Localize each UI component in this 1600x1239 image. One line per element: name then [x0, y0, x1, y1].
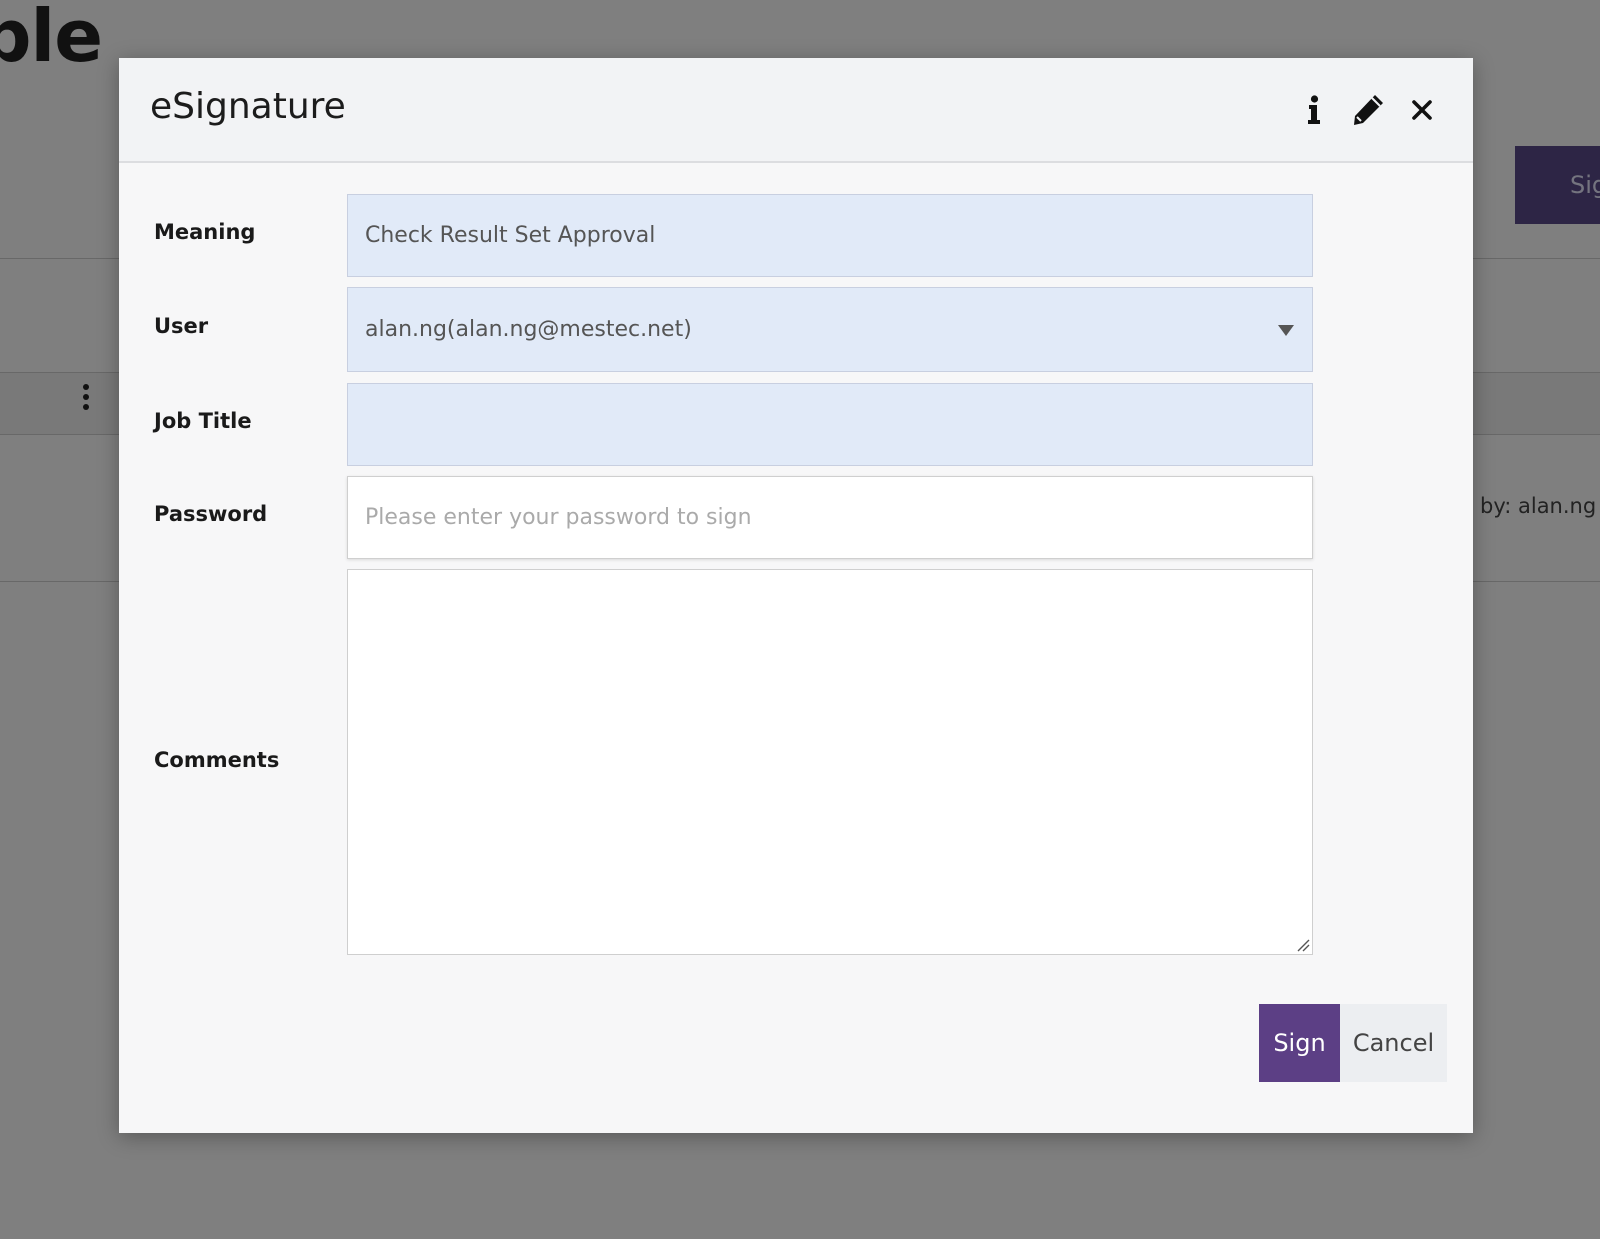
sign-button[interactable]: Sign: [1259, 1004, 1340, 1082]
meaning-field: Check Result Set Approval: [347, 194, 1313, 277]
info-icon[interactable]: [1294, 90, 1334, 130]
cancel-button[interactable]: Cancel: [1340, 1004, 1447, 1082]
user-label: User: [154, 314, 209, 338]
job-title-label: Job Title: [154, 409, 252, 433]
meaning-label: Meaning: [154, 220, 256, 244]
dialog-header: eSignature: [119, 58, 1473, 163]
password-label: Password: [154, 502, 268, 526]
close-icon[interactable]: [1402, 90, 1442, 130]
password-input[interactable]: Please enter your password to sign: [347, 476, 1313, 559]
user-selected-value: alan.ng(alan.ng@mestec.net): [365, 317, 692, 342]
job-title-field: [347, 383, 1313, 466]
resize-grip-icon[interactable]: [1294, 936, 1310, 952]
pencil-icon[interactable]: [1348, 90, 1388, 130]
page: ble Sig d by: alan.ng eSignature: [0, 0, 1600, 1239]
meaning-value: Check Result Set Approval: [365, 223, 656, 248]
comments-textarea[interactable]: [347, 569, 1313, 955]
esignature-dialog: eSignature Meaning Check Result Set Appr…: [119, 58, 1473, 1133]
password-placeholder: Please enter your password to sign: [365, 505, 752, 530]
chevron-down-icon: [1278, 324, 1294, 336]
comments-label: Comments: [154, 748, 280, 772]
dialog-title: eSignature: [150, 86, 346, 127]
user-select[interactable]: alan.ng(alan.ng@mestec.net): [347, 287, 1313, 372]
